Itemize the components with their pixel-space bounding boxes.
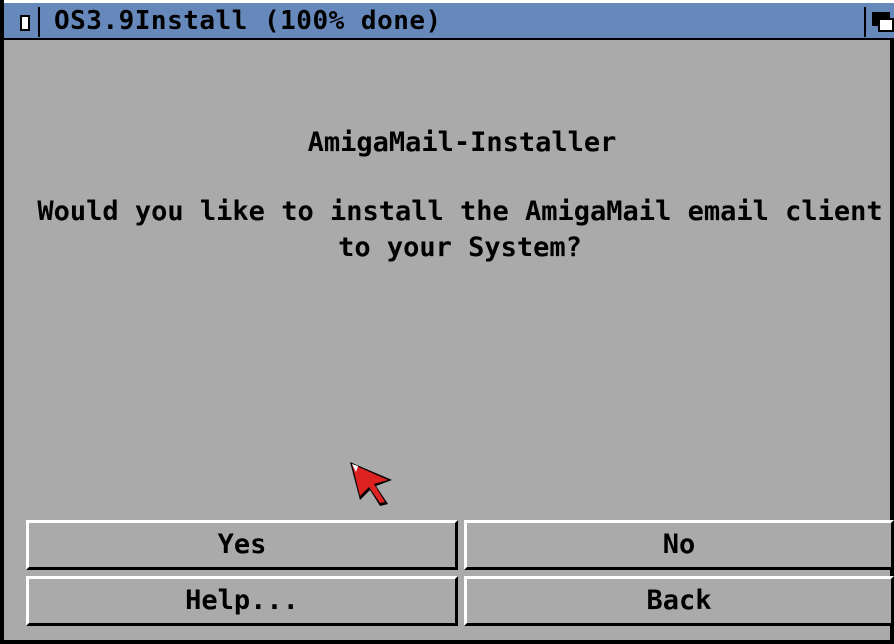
dialog-body: AmigaMail-Installer Would you like to in… <box>4 40 894 640</box>
close-icon[interactable] <box>10 7 40 37</box>
mouse-pointer-icon <box>350 462 392 506</box>
dialog-heading: AmigaMail-Installer <box>307 127 617 158</box>
help-button[interactable]: Help... <box>26 576 458 626</box>
depth-gadget-front <box>878 18 894 32</box>
question-line-2: to your System? <box>338 232 582 263</box>
no-button[interactable]: No <box>464 520 894 570</box>
window-titlebar[interactable]: OS3.9Install (100% done) <box>4 0 894 40</box>
question-line-1: Would you like to install the AmigaMail … <box>37 196 883 227</box>
installer-window: OS3.9Install (100% done) AmigaMail-Insta… <box>0 0 894 644</box>
window-title: OS3.9Install (100% done) <box>54 6 442 36</box>
close-gadget-mark <box>20 15 30 31</box>
back-button[interactable]: Back <box>464 576 894 626</box>
depth-arrange-icon[interactable] <box>864 7 894 37</box>
dialog-question: Would you like to install the AmigaMail … <box>30 194 890 266</box>
yes-button[interactable]: Yes <box>26 520 458 570</box>
